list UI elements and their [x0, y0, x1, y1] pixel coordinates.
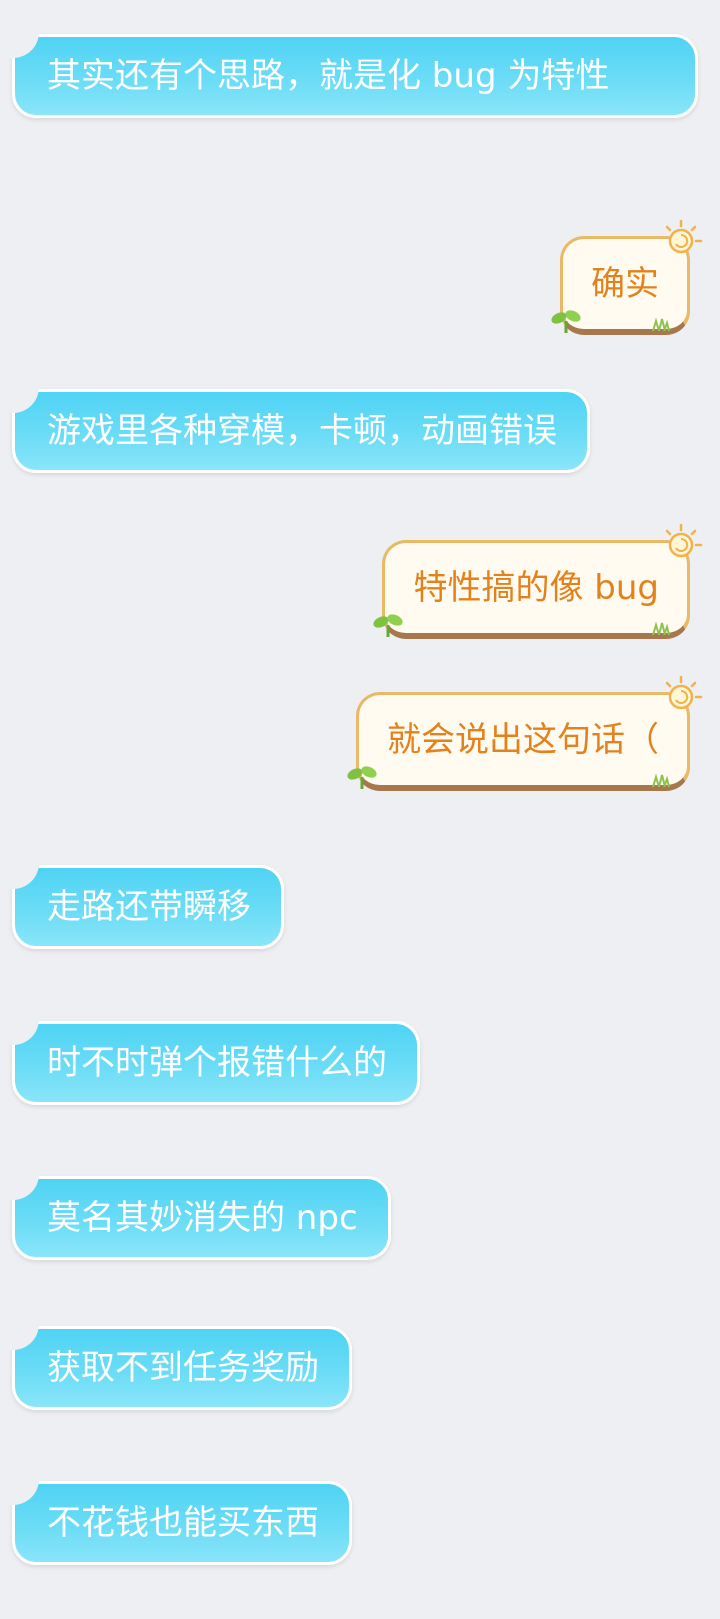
message-sent[interactable]: 确实 [551, 219, 703, 335]
message-received[interactable]: 不花钱也能买东西 [9, 1479, 352, 1565]
message-sent[interactable]: 就会说出这句话（ [347, 675, 703, 791]
message-text: 确实 [591, 264, 659, 304]
message-received[interactable]: 莫名其妙消失的 npc [9, 1174, 391, 1260]
message-received[interactable]: 走路还带瞬移 [9, 863, 284, 949]
message-text: 获取不到任务奖励 [47, 1348, 319, 1388]
message-received[interactable]: 时不时弹个报错什么的 [9, 1019, 420, 1105]
grass-decoration-icon [652, 621, 670, 635]
sun-decoration-icon [665, 219, 703, 254]
message-text: 特性搞的像 bug [413, 568, 659, 608]
sun-decoration-icon [665, 675, 703, 710]
message-text: 就会说出这句话（ [387, 720, 659, 760]
message-text: 不花钱也能买东西 [47, 1503, 319, 1543]
sun-decoration-icon [665, 523, 703, 558]
message-text: 其实还有个思路，就是化 bug 为特性 [47, 56, 610, 96]
message-text: 走路还带瞬移 [47, 887, 251, 927]
sprout-decoration-icon [551, 310, 581, 333]
message-received[interactable]: 其实还有个思路，就是化 bug 为特性 [9, 32, 698, 118]
message-text: 时不时弹个报错什么的 [47, 1043, 387, 1083]
message-text: 游戏里各种穿模，卡顿，动画错误 [47, 411, 557, 451]
message-received[interactable]: 获取不到任务奖励 [9, 1324, 352, 1410]
message-text: 莫名其妙消失的 npc [47, 1198, 358, 1238]
chat-thread: 其实还有个思路，就是化 bug 为特性 确实 游戏里各种穿模，卡顿，动画错误 特… [0, 0, 720, 1619]
sprout-decoration-icon [373, 614, 404, 637]
grass-decoration-icon [652, 773, 670, 787]
sprout-decoration-icon [347, 766, 377, 789]
message-sent[interactable]: 特性搞的像 bug [373, 523, 703, 639]
grass-decoration-icon [652, 317, 670, 331]
message-received[interactable]: 游戏里各种穿模，卡顿，动画错误 [9, 387, 590, 473]
